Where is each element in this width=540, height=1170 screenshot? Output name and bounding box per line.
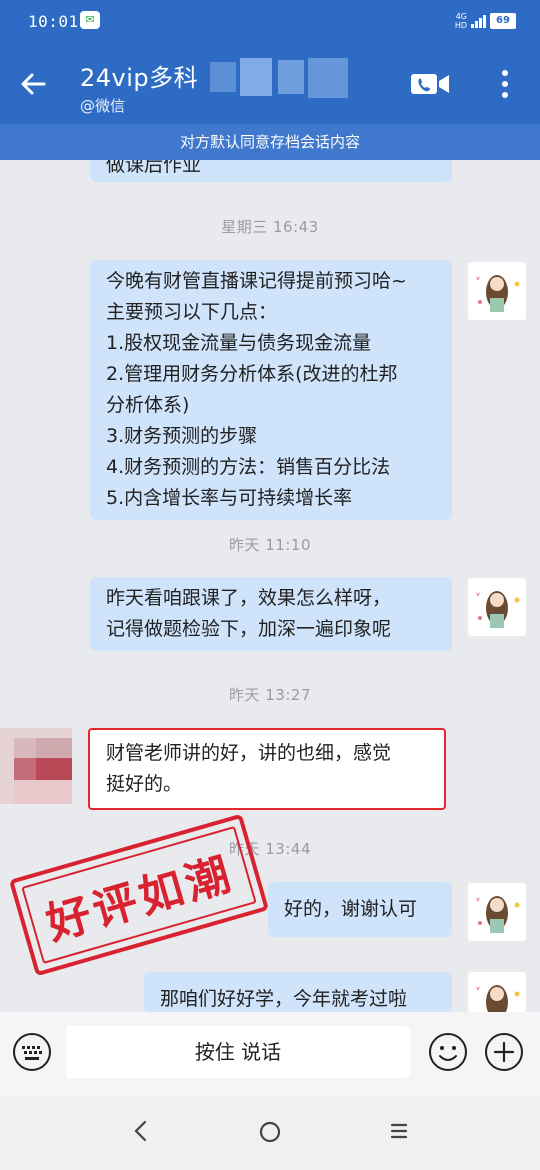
wechat-notification-icon: ✉ (80, 11, 100, 29)
message-bubble-sent: 那咱们好好学，今年就考过啦 (144, 972, 452, 1012)
hold-to-talk-button[interactable]: 按住 说话 (66, 1026, 410, 1078)
nav-back-icon[interactable] (128, 1118, 154, 1144)
nav-menu-icon[interactable] (388, 1120, 410, 1142)
chat-title: 24vip多科 (80, 64, 199, 92)
sender-avatar[interactable] (468, 883, 526, 941)
title-block[interactable]: 24vip多科 @微信 (80, 58, 198, 116)
sender-avatar[interactable] (468, 262, 526, 320)
battery-icon: 69 (490, 13, 516, 29)
status-time: 10:01 (28, 12, 79, 31)
timestamp: 昨天 11:10 (229, 536, 311, 554)
message-bubble-received: 财管老师讲的好，讲的也细，感觉 挺好的。 (88, 728, 446, 810)
video-call-icon[interactable] (408, 66, 452, 102)
nav-home-icon[interactable] (256, 1118, 284, 1146)
status-bar: 10:01 ✉ 4G HD 69 (0, 0, 540, 44)
title-blur-mosaic (200, 56, 360, 100)
keyboard-icon[interactable] (12, 1032, 52, 1072)
message-bubble-sent: 昨天看咱跟课了，效果怎么样呀， 记得做题检验下，加深一遍印象呢 (90, 577, 452, 651)
message-bubble-sent: 好的，谢谢认可 (268, 882, 452, 937)
sender-avatar[interactable] (468, 972, 526, 1012)
signal-icon (471, 14, 486, 28)
status-indicators: 4G HD 69 (455, 12, 516, 30)
emoji-icon[interactable] (428, 1032, 468, 1072)
receiver-avatar-blurred[interactable] (0, 728, 72, 804)
chat-subtitle: @微信 (80, 97, 126, 115)
input-bar: 按住 说话 (0, 1012, 540, 1096)
more-options-icon[interactable] (490, 66, 520, 102)
timestamp: 星期三 16:43 (221, 218, 319, 236)
timestamp: 昨天 13:27 (229, 686, 311, 704)
sender-avatar[interactable] (468, 578, 526, 636)
timestamp: 昨天 13:44 (229, 840, 311, 858)
system-navigation-bar (0, 1096, 540, 1170)
plus-icon[interactable] (484, 1032, 524, 1072)
back-arrow-icon[interactable] (14, 64, 54, 104)
message-bubble-sent: 今晚有财管直播课记得提前预习哈~ 主要预习以下几点： 1.股权现金流量与债务现金… (90, 260, 452, 520)
archive-notice-overlay: 对方默认同意存档会话内容 (0, 124, 540, 160)
network-label: 4G HD (454, 12, 467, 30)
chat-header: 24vip多科 @微信 (0, 44, 540, 124)
